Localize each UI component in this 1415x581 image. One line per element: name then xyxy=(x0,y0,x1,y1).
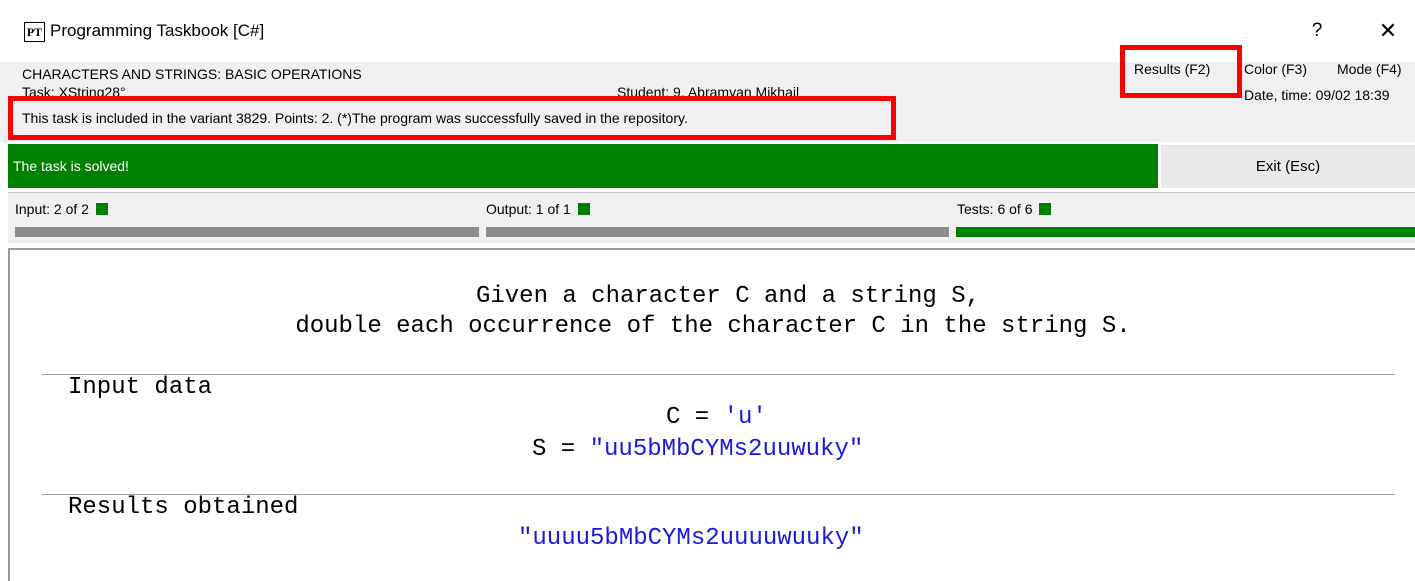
help-button[interactable]: ? xyxy=(1304,16,1330,46)
tests-status-square xyxy=(1039,203,1052,215)
color-button[interactable]: Color (F3) xyxy=(1244,61,1307,77)
input-stat-label: Input: 2 of 2 xyxy=(15,201,89,217)
tests-stat-label: Tests: 6 of 6 xyxy=(957,201,1033,217)
output-stat: Output: 1 of 1 xyxy=(486,201,590,217)
datetime-label: Date, time: 09/02 18:39 xyxy=(1244,87,1390,103)
mode-button[interactable]: Mode (F4) xyxy=(1337,61,1402,77)
input-status-square xyxy=(95,203,108,215)
input-s-value: "uu5bMbCYMs2uuwuky" xyxy=(589,436,864,463)
results-highlight xyxy=(1120,45,1242,98)
solved-message: The task is solved! xyxy=(13,158,129,174)
output-status-square xyxy=(577,203,590,215)
input-c-line: C = 'u' xyxy=(666,404,767,431)
input-progress-bar xyxy=(15,227,479,237)
input-s-line: S = "uu5bMbCYMs2uuwuky" xyxy=(532,436,863,463)
input-stat: Input: 2 of 2 xyxy=(15,201,108,217)
input-data-heading: Input data xyxy=(68,374,213,401)
results-value: "uuuu5bMbCYMs2uuuuwuuky" xyxy=(518,525,864,552)
solved-status-bar xyxy=(8,144,1158,188)
input-s-label: S = xyxy=(532,436,590,463)
info-message: This task is included in the variant 382… xyxy=(22,110,688,126)
tests-stat: Tests: 6 of 6 xyxy=(957,201,1052,217)
task-name: Task: XString28° xyxy=(22,84,126,96)
tests-progress-bar xyxy=(956,227,1415,237)
section-title: CHARACTERS AND STRINGS: BASIC OPERATIONS xyxy=(22,66,362,82)
task-description-line2: double each occurrence of the character … xyxy=(295,313,1131,340)
output-stat-label: Output: 1 of 1 xyxy=(486,201,571,217)
app-icon: PT xyxy=(24,22,45,42)
input-divider xyxy=(42,374,1395,375)
student-name: Student: 9. Abramyan Mikhail xyxy=(617,84,800,96)
input-c-value: 'u' xyxy=(723,404,767,431)
window-title: Programming Taskbook [C#] xyxy=(50,21,265,40)
task-description-line1: Given a character C and a string S, xyxy=(475,283,981,310)
close-button[interactable]: ✕ xyxy=(1374,16,1402,46)
input-c-label: C = xyxy=(666,404,724,431)
exit-button[interactable]: Exit (Esc) xyxy=(1160,144,1415,188)
output-progress-bar xyxy=(486,227,949,237)
results-obtained-heading: Results obtained xyxy=(68,494,299,521)
